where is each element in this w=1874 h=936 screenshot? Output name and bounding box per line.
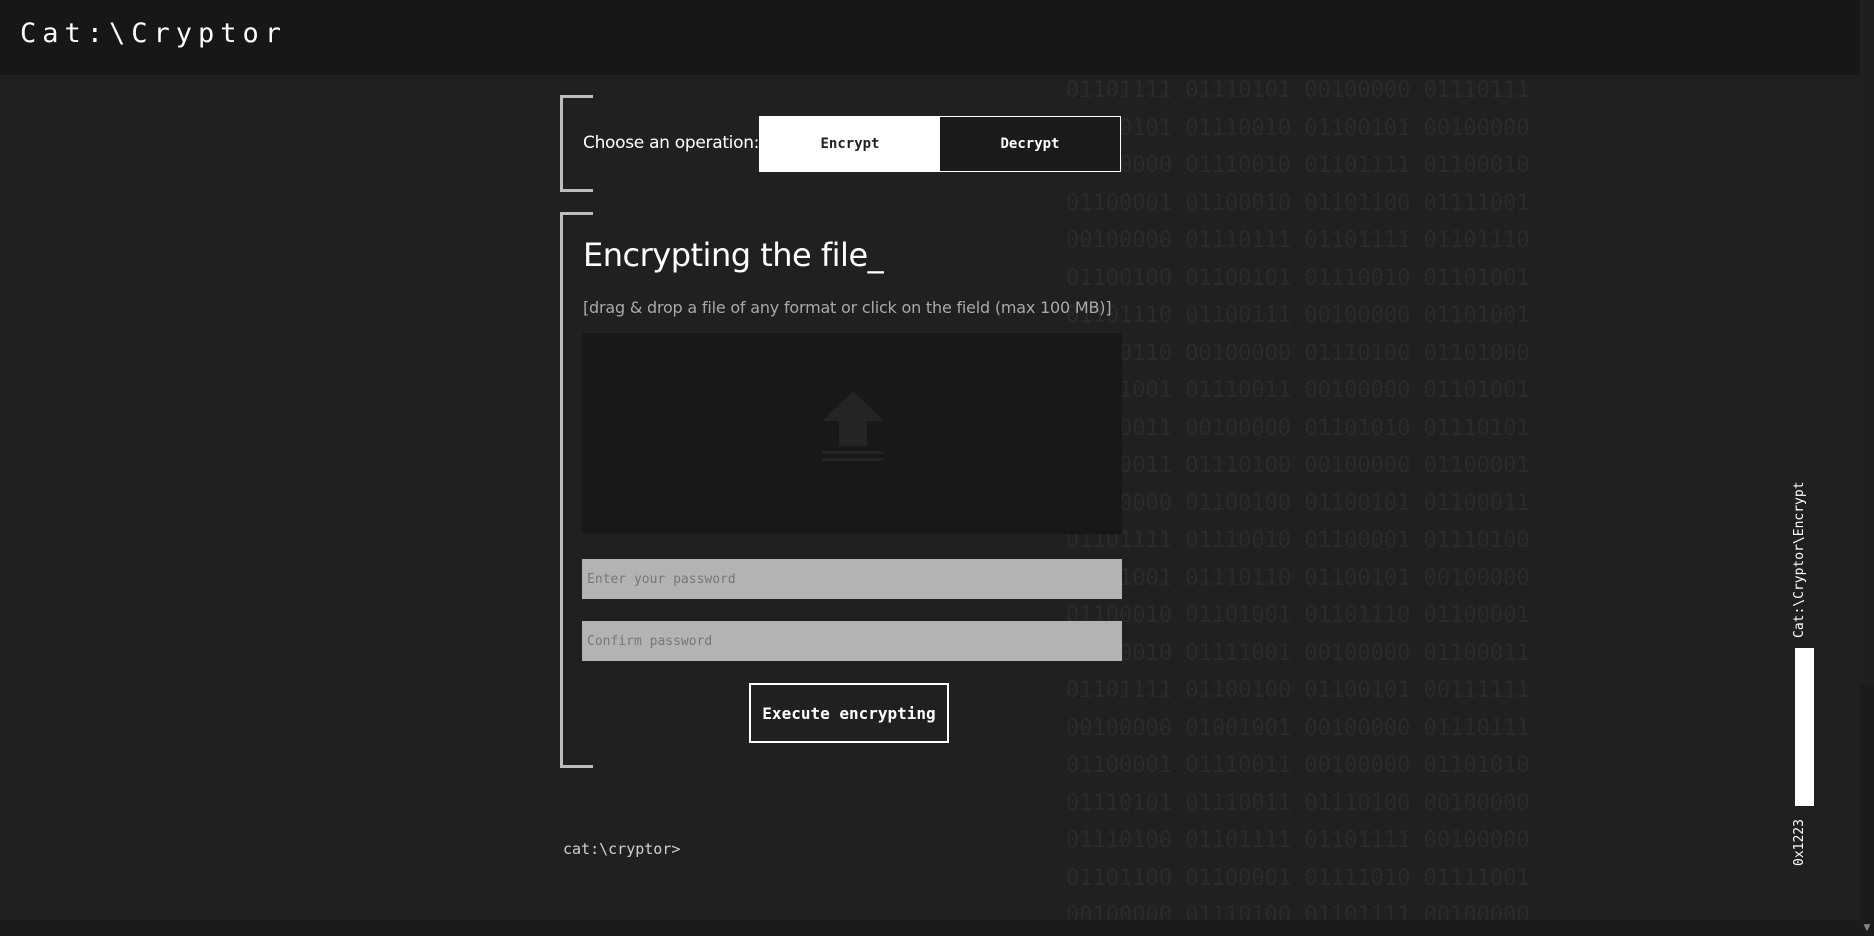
scroll-down-icon[interactable]: ▼ xyxy=(1860,920,1874,936)
binary-line: 01101100 01100001 01111010 01111001 xyxy=(1066,865,1530,891)
decrypt-button[interactable]: Decrypt xyxy=(940,117,1120,171)
binary-line: 01101111 01110101 00100000 01110111 xyxy=(1066,78,1530,103)
upload-icon xyxy=(822,391,884,461)
top-bar: Cat:\Cryptor xyxy=(0,0,1860,75)
password-input[interactable] xyxy=(582,559,1122,599)
binary-line: 01100001 01110011 00100000 01101010 xyxy=(1066,753,1530,778)
horizontal-scrollbar[interactable] xyxy=(0,920,1860,936)
binary-line: 00100000 01100100 01100101 01100011 xyxy=(1066,490,1530,516)
binary-line: 00100000 01110111 01101111 01101110 xyxy=(1066,228,1530,253)
side-code-label: 0x1223 xyxy=(1792,819,1807,866)
encrypt-button[interactable]: Encrypt xyxy=(760,117,940,171)
binary-line: 01100101 01110010 01100101 00100000 xyxy=(1066,115,1530,141)
binary-line: 01101110 01100111 00100000 01101001 xyxy=(1066,303,1530,328)
binary-line: 01101001 01110110 01100101 00100000 xyxy=(1066,565,1530,591)
binary-line: 01101111 01100100 01100101 00111111 xyxy=(1066,678,1530,703)
operation-switch: Encrypt Decrypt xyxy=(759,116,1121,172)
binary-line: 01100010 01101001 01101110 01100001 xyxy=(1066,603,1530,628)
confirm-password-input[interactable] xyxy=(582,621,1122,661)
binary-line: 01101111 01110010 01100001 01110100 xyxy=(1066,528,1530,553)
binary-line: 00100000 01110010 01101111 01100010 xyxy=(1066,153,1530,178)
file-dropzone[interactable] xyxy=(582,333,1122,534)
binary-line: 01100110 00100000 01110100 01101000 xyxy=(1066,340,1530,366)
side-progress-bar xyxy=(1795,648,1814,806)
binary-line: 01101001 01110011 00100000 01101001 xyxy=(1066,378,1530,403)
dropzone-hint: [drag & drop a file of any format or cli… xyxy=(583,298,1112,317)
binary-line: 01110100 01101111 01101111 00100000 xyxy=(1066,828,1530,853)
binary-line: 01100100 01100101 01110010 01101001 xyxy=(1066,265,1530,291)
scrollbar-thumb[interactable] xyxy=(1860,0,1874,685)
binary-line: 01100001 01100010 01101100 01111001 xyxy=(1066,190,1530,216)
app-logo[interactable]: Cat:\Cryptor xyxy=(20,18,287,49)
binary-line: 01110010 01111001 00100000 01100011 xyxy=(1066,640,1530,666)
execute-button[interactable]: Execute encrypting xyxy=(749,683,949,743)
binary-line: 01110101 01110011 01110100 00100000 xyxy=(1066,790,1530,816)
binary-line: 00100000 01001001 00100000 01110111 xyxy=(1066,715,1530,741)
command-prompt: cat:\cryptor> xyxy=(563,840,681,858)
operation-label: Choose an operation: xyxy=(583,133,760,153)
side-path-label: Cat:\Cryptor\Encrypt xyxy=(1792,481,1807,638)
binary-line: 01110011 01110100 00100000 01100001 xyxy=(1066,453,1530,478)
binary-line: 00100000 01110100 01101111 00100000 xyxy=(1066,903,1530,922)
binary-line: 01110011 00100000 01101010 01110101 xyxy=(1066,415,1530,441)
binary-background: 01101111 01110101 00100000 01110111 01100… xyxy=(1066,72,1586,922)
page-title: Encrypting the file_ xyxy=(583,236,884,274)
